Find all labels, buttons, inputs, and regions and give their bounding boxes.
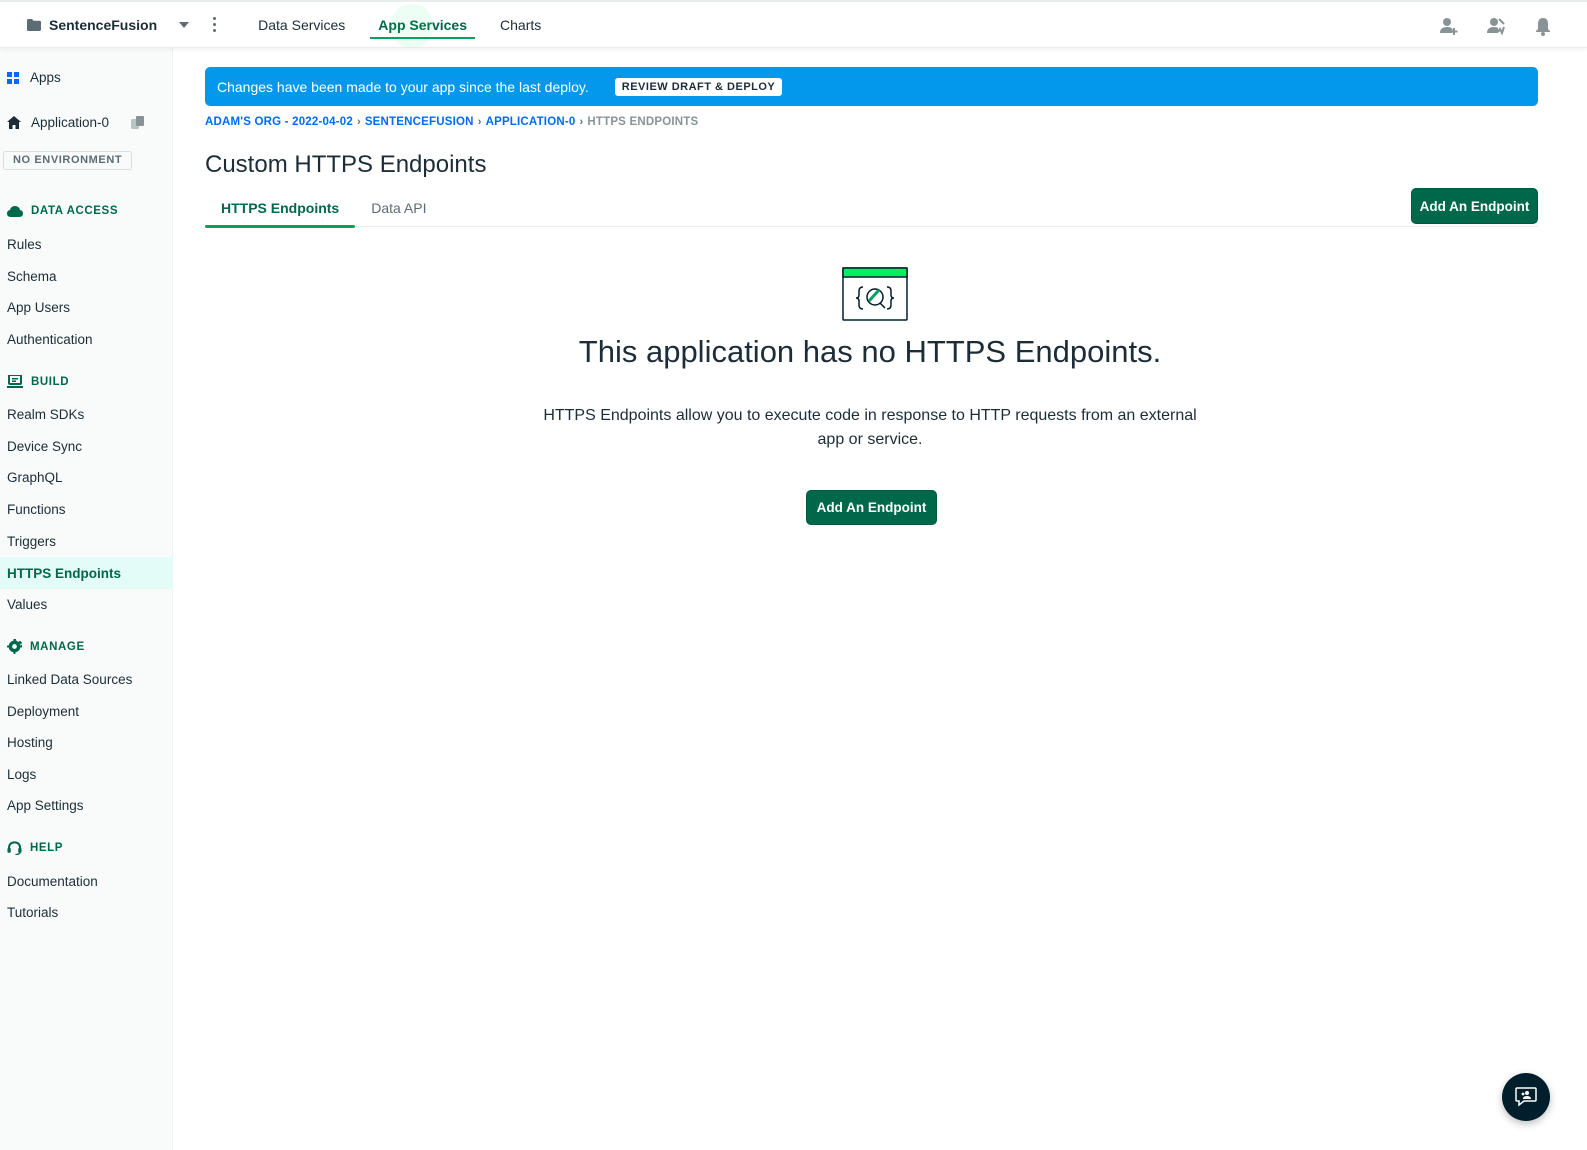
sidebar-item-tutorials[interactable]: Tutorials bbox=[7, 905, 58, 920]
breadcrumb-org[interactable]: ADAM'S ORG - 2022-04-02 bbox=[205, 116, 353, 128]
tab-data-api[interactable]: Data API bbox=[355, 190, 442, 227]
breadcrumb-current: HTTPS ENDPOINTS bbox=[587, 116, 699, 128]
sidebar-item-graphql[interactable]: GraphQL bbox=[7, 470, 63, 485]
sidebar-item-realm-sdks[interactable]: Realm SDKs bbox=[7, 407, 84, 422]
section-heading-help: HELP bbox=[7, 841, 63, 855]
section-heading-data-access: DATA ACCESS bbox=[7, 205, 118, 217]
project-name: SentenceFusion bbox=[49, 16, 158, 33]
section-heading-build: BUILD bbox=[7, 375, 69, 388]
breadcrumb-separator: › bbox=[579, 116, 584, 128]
breadcrumb-project[interactable]: SENTENCEFUSION bbox=[365, 116, 474, 128]
empty-state-description: HTTPS Endpoints allow you to execute cod… bbox=[543, 407, 1197, 448]
sidebar-item-rules[interactable]: Rules bbox=[7, 237, 42, 252]
banner-message: Changes have been made to your app since… bbox=[217, 78, 589, 95]
top-navbar: SentenceFusion Data Services App Service… bbox=[0, 0, 1587, 48]
breadcrumb: ADAM'S ORG - 2022-04-02 › SENTENCEFUSION… bbox=[205, 116, 698, 128]
nav-data-services[interactable]: Data Services bbox=[250, 2, 353, 47]
environment-badge: NO ENVIRONMENT bbox=[3, 151, 133, 170]
section-heading-label: MANAGE bbox=[30, 640, 85, 653]
page-tabs: HTTPS Endpoints Data API bbox=[205, 190, 1538, 228]
copy-app-id-icon[interactable] bbox=[131, 115, 145, 130]
sidebar-item-app-users[interactable]: App Users bbox=[7, 300, 70, 315]
breadcrumb-separator: › bbox=[356, 116, 361, 128]
support-icon bbox=[7, 841, 22, 855]
sidebar-item-apps[interactable]: Apps bbox=[7, 70, 61, 85]
sidebar-item-functions[interactable]: Functions bbox=[7, 502, 66, 517]
add-endpoint-button[interactable]: Add An Endpoint bbox=[1411, 188, 1538, 224]
nav-charts[interactable]: Charts bbox=[492, 2, 549, 47]
more-options-icon[interactable] bbox=[213, 17, 217, 32]
sidebar-app-name: Application-0 bbox=[31, 115, 110, 130]
sidebar-apps-label: Apps bbox=[30, 70, 61, 85]
endpoint-illustration-icon bbox=[842, 267, 908, 321]
deploy-banner: Changes have been made to your app since… bbox=[205, 67, 1538, 106]
cloud-icon bbox=[7, 206, 23, 217]
sidebar-item-triggers[interactable]: Triggers bbox=[7, 534, 56, 549]
review-draft-deploy-button[interactable]: REVIEW DRAFT & DEPLOY bbox=[613, 76, 784, 97]
sidebar-item-app-settings[interactable]: App Settings bbox=[7, 798, 84, 813]
sidebar-item-logs[interactable]: Logs bbox=[7, 767, 36, 782]
left-sidebar: Apps Application-0 NO ENVIRONMENT DATA A… bbox=[0, 48, 173, 1150]
sidebar-item-authentication[interactable]: Authentication bbox=[7, 332, 93, 347]
sidebar-item-hosting[interactable]: Hosting bbox=[7, 735, 53, 750]
project-selector[interactable]: SentenceFusion bbox=[27, 16, 217, 33]
tab-https-endpoints[interactable]: HTTPS Endpoints bbox=[205, 190, 356, 228]
apps-grid-icon bbox=[7, 71, 19, 84]
gear-icon bbox=[7, 639, 22, 654]
section-heading-label: BUILD bbox=[31, 375, 70, 388]
sidebar-item-linked-data-sources[interactable]: Linked Data Sources bbox=[7, 672, 132, 687]
section-heading-label: DATA ACCESS bbox=[31, 205, 119, 217]
breadcrumb-app[interactable]: APPLICATION-0 bbox=[486, 116, 576, 128]
breadcrumb-separator: › bbox=[477, 116, 482, 128]
top-nav-tabs: Data Services App Services Charts bbox=[250, 2, 566, 48]
sidebar-item-device-sync[interactable]: Device Sync bbox=[7, 439, 82, 454]
section-heading-label: HELP bbox=[30, 842, 64, 854]
home-icon bbox=[7, 116, 21, 129]
laptop-icon bbox=[7, 375, 23, 388]
nav-app-services[interactable]: App Services bbox=[370, 2, 475, 48]
sidebar-item-values[interactable]: Values bbox=[7, 597, 47, 612]
folder-icon bbox=[27, 18, 41, 31]
page-title: Custom HTTPS Endpoints bbox=[205, 151, 487, 178]
empty-state-title: This application has no HTTPS Endpoints. bbox=[578, 334, 1162, 369]
sidebar-item-documentation[interactable]: Documentation bbox=[7, 874, 98, 889]
section-heading-manage: MANAGE bbox=[7, 639, 85, 654]
invite-user-icon[interactable] bbox=[1439, 16, 1459, 36]
chat-support-button[interactable] bbox=[1502, 1073, 1550, 1121]
add-endpoint-empty-button[interactable]: Add An Endpoint bbox=[806, 490, 937, 525]
user-activity-icon[interactable] bbox=[1486, 16, 1506, 36]
bell-icon[interactable] bbox=[1533, 16, 1553, 36]
sidebar-app-selector[interactable]: Application-0 bbox=[7, 115, 145, 130]
sidebar-item-https-endpoints[interactable]: HTTPS Endpoints bbox=[0, 557, 173, 589]
sidebar-item-deployment[interactable]: Deployment bbox=[7, 704, 79, 719]
caret-down-icon[interactable] bbox=[179, 21, 190, 28]
chat-icon bbox=[1515, 1087, 1537, 1107]
sidebar-item-schema[interactable]: Schema bbox=[7, 269, 57, 284]
